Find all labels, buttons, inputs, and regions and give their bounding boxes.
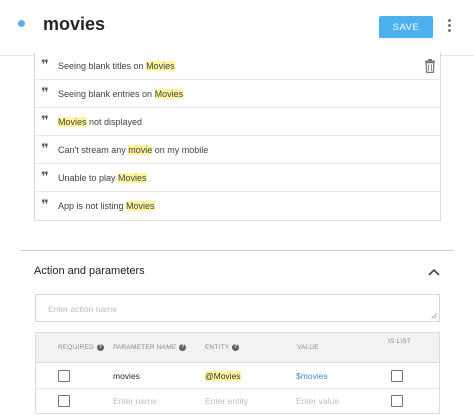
- parameter-name-column-header: PARAMETER NAME?: [113, 344, 187, 352]
- parameter-name-cell[interactable]: movies: [113, 371, 140, 381]
- entity-highlight[interactable]: Movies: [154, 89, 184, 99]
- action-name-placeholder: Enter action name: [48, 304, 117, 314]
- required-column-header: REQUIRED?: [58, 344, 104, 352]
- action-name-input[interactable]: Enter action name: [35, 294, 440, 322]
- phrase-text[interactable]: Seeing blank entries on Movies: [58, 89, 184, 99]
- is-list-checkbox[interactable]: [391, 370, 403, 382]
- help-icon[interactable]: ?: [179, 344, 187, 351]
- entity-highlight[interactable]: Movies: [118, 173, 147, 183]
- quote-icon: ❞: [41, 170, 49, 185]
- entity-cell[interactable]: @Movies: [205, 371, 241, 381]
- value-cell[interactable]: $movies: [296, 371, 328, 381]
- phrase-row[interactable]: ❞ Can't stream any movie on my mobile: [35, 136, 440, 164]
- quote-icon: ❞: [41, 198, 49, 213]
- value-column-header: VALUE: [297, 344, 319, 351]
- entity-input[interactable]: Enter entity: [205, 396, 248, 406]
- parameters-table: REQUIRED? PARAMETER NAME? ENTITY? VALUE …: [35, 332, 440, 414]
- help-icon[interactable]: ?: [232, 344, 240, 351]
- entity-highlight[interactable]: Movies: [58, 117, 87, 127]
- required-checkbox[interactable]: [58, 395, 70, 407]
- more-vert-icon[interactable]: [446, 19, 452, 33]
- value-input[interactable]: Enter value: [296, 396, 339, 406]
- trash-icon[interactable]: [424, 59, 436, 73]
- action-section-title: Action and parameters: [34, 265, 145, 277]
- section-divider: [20, 250, 454, 251]
- phrase-row[interactable]: ❞ Unable to play Movies: [35, 164, 440, 192]
- quote-icon: ❞: [41, 114, 49, 129]
- resize-handle-icon[interactable]: [431, 313, 437, 319]
- is-list-column-header: IS LIST: [388, 338, 412, 345]
- quote-icon: ❞: [41, 142, 49, 157]
- phrase-text[interactable]: Unable to play Movies: [58, 173, 147, 183]
- phrase-row[interactable]: ❞ Seeing blank entries on Movies: [35, 80, 440, 108]
- is-list-checkbox[interactable]: [391, 395, 403, 407]
- parameter-name-input[interactable]: Enter name: [113, 396, 157, 406]
- help-icon[interactable]: ?: [96, 344, 104, 351]
- table-row: movies @Movies $movies: [36, 363, 439, 389]
- entity-highlight[interactable]: Movies: [146, 61, 175, 71]
- phrase-row[interactable]: ❞ App is not listing Movies: [35, 192, 440, 220]
- entity-column-header: ENTITY?: [205, 344, 240, 352]
- phrase-row[interactable]: ❞ Movies not displayed: [35, 108, 440, 136]
- entity-highlight[interactable]: Movies: [126, 201, 155, 211]
- phrase-text[interactable]: Seeing blank titles on Movies: [58, 61, 175, 71]
- phrase-text[interactable]: Can't stream any movie on my mobile: [58, 145, 208, 155]
- table-row: Enter name Enter entity Enter value: [36, 389, 439, 415]
- status-dot-icon: [18, 20, 25, 27]
- phrase-row[interactable]: ❞ Seeing blank titles on Movies: [35, 52, 440, 80]
- training-phrases-list: ❞ Seeing blank titles on Movies ❞ Seeing…: [34, 52, 441, 221]
- entity-highlight[interactable]: movie: [128, 145, 153, 155]
- intent-header: movies SAVE: [0, 0, 474, 56]
- chevron-up-icon[interactable]: [428, 268, 440, 276]
- quote-icon: ❞: [41, 86, 49, 101]
- phrase-text[interactable]: App is not listing Movies: [58, 201, 155, 211]
- required-checkbox[interactable]: [58, 370, 70, 382]
- phrase-text[interactable]: Movies not displayed: [58, 117, 142, 127]
- parameters-table-header: REQUIRED? PARAMETER NAME? ENTITY? VALUE …: [36, 333, 439, 363]
- intent-title[interactable]: movies: [43, 14, 105, 35]
- quote-icon: ❞: [41, 58, 49, 73]
- save-button[interactable]: SAVE: [379, 16, 433, 38]
